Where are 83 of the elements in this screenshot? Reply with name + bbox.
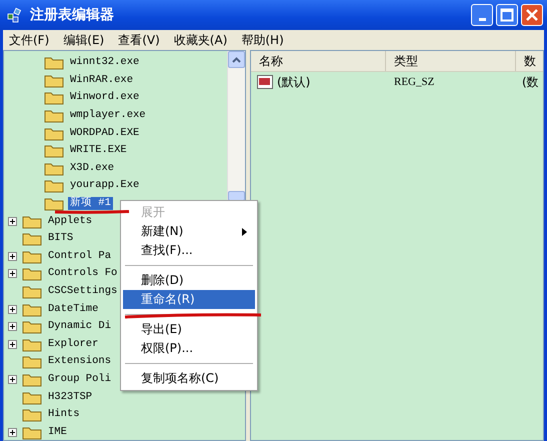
tree-item[interactable]: Winword.exe: [68, 91, 142, 104]
tree-item[interactable]: X3D.exe: [68, 162, 116, 175]
maximize-icon: [500, 8, 514, 22]
folder-icon: [44, 143, 64, 158]
scrollbar[interactable]: [227, 51, 245, 201]
folder-icon: [22, 214, 42, 229]
folder-icon: [44, 126, 64, 141]
tree-item[interactable]: Hints: [46, 408, 82, 422]
tree-item[interactable]: Group Poli: [46, 372, 114, 386]
column-header[interactable]: 数: [516, 51, 543, 71]
tree-item[interactable]: Applets: [46, 214, 94, 228]
registry-icon: [6, 6, 24, 24]
folder-icon: [44, 72, 64, 88]
folder-icon: [22, 424, 42, 440]
table-cell: (默认): [277, 74, 310, 90]
expand-icon[interactable]: [8, 428, 17, 437]
tree-item[interactable]: DateTime: [46, 302, 100, 316]
menu-item[interactable]: 权限(P)...: [123, 339, 255, 358]
menu-item[interactable]: 查看(V): [118, 32, 160, 48]
folder-icon: [44, 108, 64, 124]
menu-item[interactable]: 编辑(E): [63, 32, 104, 48]
folder-icon: [44, 55, 64, 70]
expand-icon[interactable]: [8, 216, 17, 226]
menu-item[interactable]: 查找(F)...: [123, 241, 255, 260]
menu-item[interactable]: 文件(F): [9, 32, 50, 48]
minimize-button[interactable]: [471, 4, 493, 26]
folder-icon: [22, 336, 42, 352]
tree-item[interactable]: 新项 #1: [68, 197, 113, 210]
tree-item[interactable]: winnt32.exe: [68, 56, 142, 70]
expand-icon[interactable]: [8, 304, 17, 314]
table-cell-text: (数: [521, 74, 540, 90]
window-title: 注册表编辑器: [30, 6, 114, 24]
tree-item[interactable]: CSCSettings: [46, 285, 120, 298]
tree-item[interactable]: IME: [46, 426, 69, 439]
chevron-up-icon: [232, 56, 241, 62]
tree-item[interactable]: wmplayer.exe: [68, 109, 148, 122]
folder-icon: [44, 160, 64, 176]
minimize-icon: [478, 18, 486, 20]
maximize-button[interactable]: [496, 4, 518, 26]
tree-item[interactable]: BITS: [46, 232, 76, 246]
expand-icon[interactable]: [8, 322, 17, 332]
menu-item[interactable]: 帮助(H): [241, 32, 284, 48]
menu-item[interactable]: 复制项名称(C): [123, 369, 255, 388]
folder-icon: [22, 354, 42, 370]
expand-icon[interactable]: [8, 252, 17, 261]
folder-icon: [22, 390, 42, 405]
scroll-thumb[interactable]: [228, 191, 245, 201]
menu-item[interactable]: 重命名(R): [123, 290, 255, 309]
folder-icon: [44, 178, 64, 194]
close-icon: [525, 8, 539, 22]
folder-icon: [22, 372, 42, 387]
menu-item[interactable]: 删除(D): [123, 271, 255, 290]
menu-item[interactable]: 收藏夹(A): [174, 32, 228, 48]
tree-item[interactable]: WRITE.EXE: [68, 144, 129, 158]
folder-icon: [22, 284, 42, 300]
tree-item[interactable]: Extensions: [46, 355, 114, 368]
folder-icon: [22, 407, 42, 422]
folder-icon: [44, 90, 64, 106]
scroll-up-button[interactable]: [228, 51, 245, 68]
menu-item[interactable]: 新建(N): [123, 222, 255, 241]
tree-item[interactable]: Control Pa: [46, 250, 114, 263]
column-header[interactable]: 名称: [251, 51, 386, 71]
tree-item[interactable]: Controls Fo: [46, 267, 120, 280]
tree-item[interactable]: WORDPAD.EXE: [68, 126, 142, 140]
expand-icon[interactable]: [8, 374, 17, 384]
column-header[interactable]: 类型: [386, 51, 516, 71]
expand-icon[interactable]: [8, 269, 17, 278]
tree-item[interactable]: WinRAR.exe: [68, 74, 136, 87]
table-cell-text: REG_SZ: [393, 76, 436, 88]
folder-icon: [22, 302, 42, 317]
tree-item[interactable]: Dynamic Di: [46, 320, 114, 334]
expand-icon[interactable]: [8, 340, 17, 349]
folder-icon: [22, 231, 42, 246]
folder-icon: [22, 248, 42, 264]
folder-icon: [22, 266, 42, 282]
folder-icon: [44, 196, 64, 212]
close-button[interactable]: [521, 4, 543, 26]
tree-item[interactable]: H323TSP: [46, 390, 94, 404]
menu-item[interactable]: 导出(E): [123, 320, 255, 339]
string-value-icon: [257, 75, 273, 89]
folder-icon: [22, 319, 42, 334]
tree-item[interactable]: yourapp.Exe: [68, 179, 142, 192]
tree-item[interactable]: Explorer: [46, 338, 100, 351]
